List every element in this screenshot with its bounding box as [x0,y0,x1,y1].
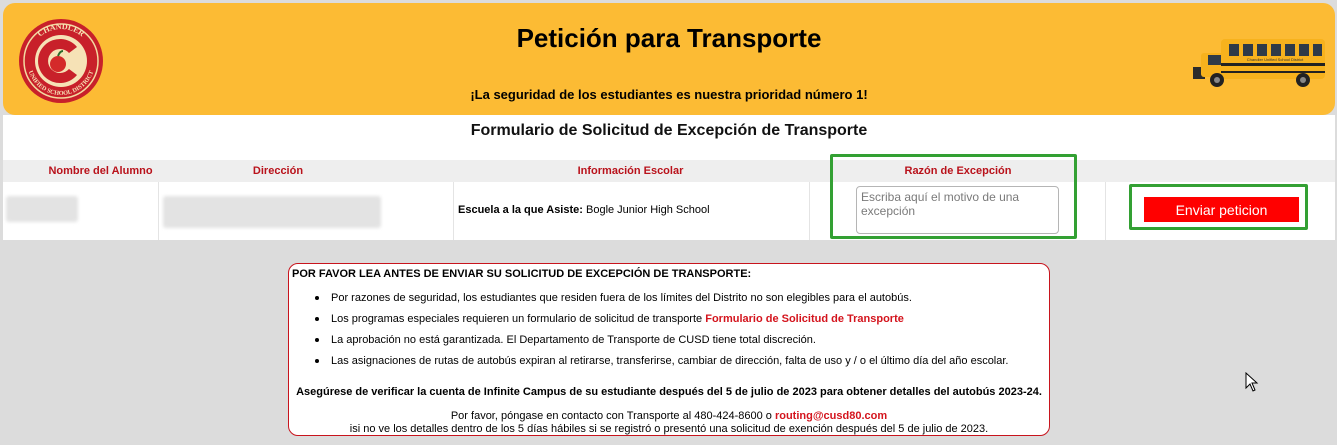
highlight-reason-column [830,154,1077,239]
contact-info: Por favor, póngase en contacto con Trans… [289,410,1049,436]
list-item: Las asignaciones de rutas de autobús exp… [313,354,1043,375]
school-info: Escuela a la que Asiste: Bogle Junior Hi… [458,204,710,216]
notice-item-text: Los programas especiales requieren un fo… [331,313,706,325]
bullet-icon [315,359,319,363]
highlight-submit-button [1129,184,1308,230]
header-banner: CHANDLER UNIFIED SCHOOL DISTRICT Petició… [3,3,1335,115]
school-bus-icon: Chandler Unified School District [1193,39,1325,87]
mouse-cursor-icon [1245,371,1259,392]
school-label: Escuela a la que Asiste: [458,204,583,216]
address-value-redacted [163,196,381,228]
page-tagline: ¡La seguridad de los estudiantes es nues… [470,87,868,102]
student-name-value-redacted [6,196,78,222]
notice-item-text: Por razones de seguridad, los estudiante… [331,292,912,304]
form-title: Formulario de Solicitud de Excepción de … [470,122,868,139]
bullet-icon [315,296,319,300]
contact-line-2: isi no ve los detalles dentro de los 5 d… [349,423,989,435]
notice-heading: POR FAVOR LEA ANTES DE ENVIAR SU SOLICIT… [292,268,752,280]
school-bus-image: Chandler Unified School District [1191,33,1327,91]
notice-item-text: Las asignaciones de rutas de autobús exp… [331,355,1009,367]
notice-item-text: La aprobación no está garantizada. El De… [331,334,816,346]
school-name: Bogle Junior High School [582,204,710,216]
svg-text:Chandler Unified School Distri: Chandler Unified School District [1247,57,1304,62]
notice-box: POR FAVOR LEA ANTES DE ENVIAR SU SOLICIT… [288,263,1050,436]
special-form-link[interactable]: Formulario de Solicitud de Transporte [705,313,904,325]
cell-divider [1105,182,1106,240]
cell-divider [453,182,454,240]
column-header-school-info: Información Escolar [577,165,684,177]
email-link[interactable]: routing@cusd80.com [775,410,887,422]
cell-divider [809,182,810,240]
notice-list: Por razones de seguridad, los estudiante… [313,291,1043,375]
notice-campus-reminder: Asegúrese de verificar la cuenta de Infi… [296,386,1042,398]
column-header-address: Dirección [252,165,304,177]
page-title: Petición para Transporte [516,23,822,53]
bullet-icon [315,317,319,321]
list-item: Por razones de seguridad, los estudiante… [313,291,1043,312]
form-table-header: Nombre del Alumno Dirección Información … [3,160,1335,182]
contact-prefix: Por favor, póngase en contacto con Trans… [450,410,775,422]
list-item: Los programas especiales requieren un fo… [313,312,1043,333]
bullet-icon [315,338,319,342]
cell-divider [158,182,159,240]
column-header-student-name: Nombre del Alumno [48,165,153,177]
list-item: La aprobación no está garantizada. El De… [313,333,1043,354]
